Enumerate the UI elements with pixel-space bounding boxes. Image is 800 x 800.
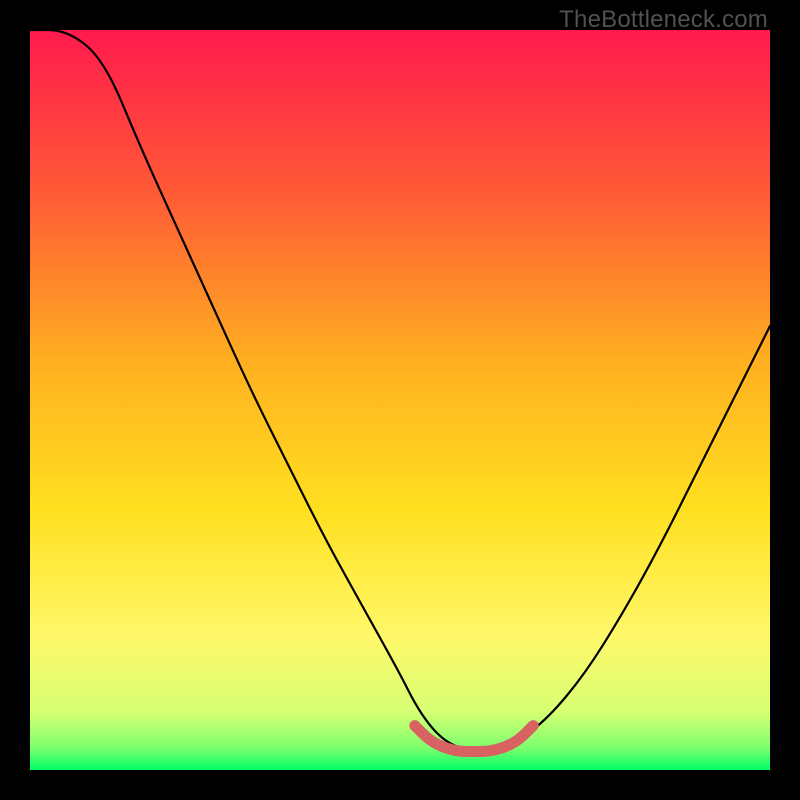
chart-plot-svg [30,30,770,770]
chart-frame [30,30,770,770]
bottleneck-curve [30,30,770,752]
